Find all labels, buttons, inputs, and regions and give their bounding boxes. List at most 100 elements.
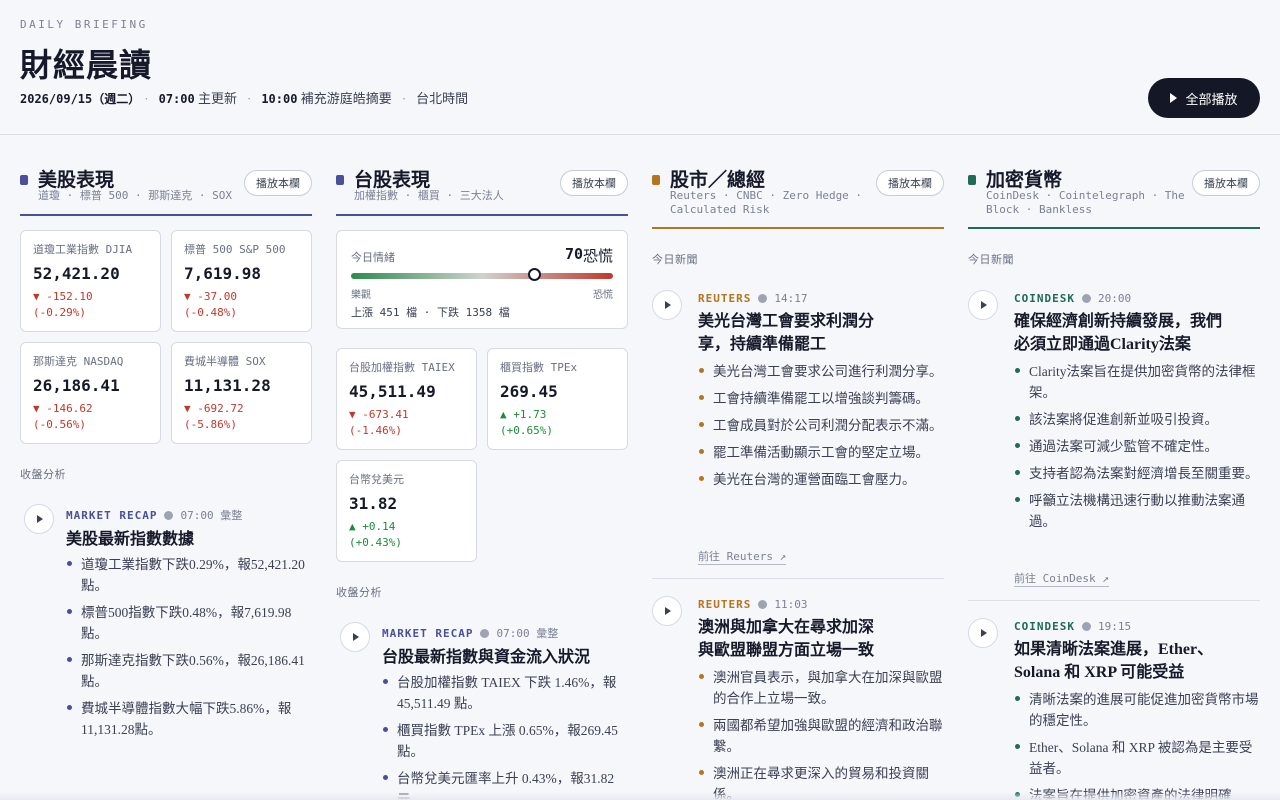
- list-item: Clarity法案旨在提供加密貨幣的法律框架。: [1014, 361, 1260, 403]
- sentiment-left-label: 樂觀: [351, 290, 371, 301]
- list-item: 道瓊工業指數下跌0.29%，報52,421.20點。: [66, 554, 312, 596]
- card-label: 道瓊工業指數 DJIA: [33, 243, 133, 256]
- column-us-stocks: 美股表現 道瓊 · 標普 500 · 那斯達克 · SOX 播放本欄: [20, 160, 312, 216]
- card-change: ▼ -146.62 (-0.56%): [33, 402, 93, 431]
- list-item: 該法案將促進創新並吸引投資。: [1014, 409, 1260, 430]
- card-label: 台股加權指數 TAIEX: [349, 361, 455, 374]
- sentiment-label: 今日情緒: [351, 252, 395, 264]
- update-time-1: 07:00: [158, 92, 195, 106]
- index-card-twd: 台幣兌美元 31.82 ▲ +0.14 (+0.43%): [336, 460, 477, 562]
- sentiment-mood: 恐慌: [582, 249, 613, 265]
- news-tag: COINDESK 19:15: [1014, 620, 1132, 633]
- column-title: 加密貨幣: [986, 170, 1063, 191]
- column-macro: 股市／總經 Reuters · CNBC · Zero Hedge · Calc…: [652, 160, 944, 229]
- news-bullets: 道瓊工業指數下跌0.29%，報52,421.20點。 標普500指數下跌0.48…: [66, 554, 312, 746]
- column-sources: Reuters · CNBC · Zero Hedge · Calculated…: [670, 189, 863, 216]
- list-item: 清晰法案的進展可能促進加密貨幣市場的穩定性。: [1014, 689, 1260, 731]
- play-item-button[interactable]: [24, 504, 54, 534]
- column-tw-stocks: 台股表現 加權指數 · 櫃買 · 三大法人 播放本欄: [336, 160, 628, 216]
- index-card-tpex: 櫃買指數 TPEx 269.45 ▲ +1.73 (+0.65%): [487, 348, 628, 450]
- news-tag: REUTERS 14:17: [698, 292, 808, 305]
- card-label: 台幣兌美元: [349, 473, 404, 486]
- column-title: 美股表現: [38, 170, 115, 191]
- news-headline: 台股最新指數與資金流入狀況: [382, 649, 591, 666]
- list-item: 費城半導體指數大幅下跌5.86%，報11,131.28點。: [66, 698, 312, 740]
- play-icon: [981, 629, 987, 637]
- timezone: 台北時間: [416, 91, 469, 106]
- news-bullets: 清晰法案的進展可能促進加密貨幣市場的穩定性。 Ether、Solana 和 XR…: [1014, 689, 1260, 800]
- column-title: 台股表現: [354, 170, 431, 191]
- play-icon: [665, 607, 671, 615]
- card-value: 31.82: [349, 494, 398, 513]
- news-tag: MARKET RECAP 07:00 彙整: [66, 509, 243, 522]
- play-all-button[interactable]: 全部播放: [1148, 78, 1260, 118]
- index-card-taiex: 台股加權指數 TAIEX 45,511.49 ▼ -673.41 (-1.46%): [336, 348, 477, 450]
- list-item: 呼籲立法機構迅速行動以推動法案通過。: [1014, 490, 1260, 532]
- section-label: 收盤分析: [20, 469, 66, 481]
- play-column-button[interactable]: 播放本欄: [244, 170, 312, 196]
- news-bullets: 澳洲官員表示，與加拿大在加深與歐盟的合作上立場一致。 兩國都希望加強與歐盟的經濟…: [698, 667, 944, 800]
- eyebrow: DAILY BRIEFING: [20, 18, 148, 31]
- card-label: 那斯達克 NASDAQ: [33, 355, 124, 368]
- card-change: ▲ +0.14 (+0.43%): [349, 520, 402, 549]
- meta-line: 2026/09/15（週二） · 07:00 主更新 · 10:00 補充游庭皓摘要 · 台…: [20, 91, 469, 106]
- play-item-button[interactable]: [652, 596, 682, 626]
- column-header: 加密貨幣 CoinDesk · Cointelegraph · The Bloc…: [968, 160, 1260, 229]
- sentiment-right-label: 恐慌: [593, 290, 613, 301]
- column-header: 台股表現 加權指數 · 櫃買 · 三大法人 播放本欄: [336, 160, 628, 216]
- card-change: ▼ -673.41 (-1.46%): [349, 408, 409, 437]
- list-item: Ether、Solana 和 XRP 被認為是主要受益者。: [1014, 737, 1260, 779]
- card-value: 45,511.49: [349, 382, 436, 401]
- news-headline: 如果清晰法案進展，Ether、Solana 和 XRP 可能受益: [1014, 641, 1214, 681]
- index-card-sp500: 標普 500 S&P 500 7,619.98 ▼ -37.00 (-0.48%): [171, 230, 312, 332]
- play-item-button[interactable]: [968, 618, 998, 648]
- section-label: 收盤分析: [336, 587, 382, 599]
- column-crypto: 加密貨幣 CoinDesk · Cointelegraph · The Bloc…: [968, 160, 1260, 229]
- list-item: 櫃買指數 TPEx 上漲 0.65%，報269.45 點。: [382, 720, 628, 762]
- list-item: 通過法案可減少監管不確定性。: [1014, 436, 1260, 457]
- sentiment-bar: [351, 273, 613, 279]
- source-link[interactable]: 前往 Reuters ↗: [698, 548, 787, 565]
- list-item: 工會持續準備罷工以增強談判籌碼。: [698, 388, 944, 409]
- card-value: 11,131.28: [184, 376, 271, 395]
- news-headline: 美股最新指數數據: [66, 531, 195, 548]
- play-icon: [1170, 93, 1178, 103]
- play-icon: [665, 301, 671, 309]
- news-tag: COINDESK 20:00: [1014, 292, 1132, 305]
- card-label: 費城半導體 SOX: [184, 355, 266, 368]
- list-item: 那斯達克指數下跌0.56%，報26,186.41點。: [66, 650, 312, 692]
- sentiment-score: 70: [564, 245, 583, 263]
- sentiment-knob: [527, 268, 541, 281]
- card-label: 標普 500 S&P 500: [184, 243, 286, 256]
- news-tag: REUTERS 11:03: [698, 598, 808, 611]
- play-item-button[interactable]: [340, 622, 370, 652]
- card-change: ▲ +1.73 (+0.65%): [500, 408, 553, 437]
- divider: [652, 578, 944, 579]
- section-label: 今日新聞: [968, 254, 1014, 266]
- play-all-label: 全部播放: [1185, 92, 1238, 108]
- list-item: 標普500指數下跌0.48%，報7,619.98點。: [66, 602, 312, 644]
- market-breadth: 上漲 451 檔 · 下跌 1358 檔: [351, 306, 510, 319]
- column-header: 美股表現 道瓊 · 標普 500 · 那斯達克 · SOX 播放本欄: [20, 160, 312, 216]
- news-tag: MARKET RECAP 07:00 彙整: [382, 627, 559, 640]
- play-column-button[interactable]: 播放本欄: [876, 170, 944, 196]
- column-sources: CoinDesk · Cointelegraph · The Block · B…: [986, 189, 1185, 216]
- play-item-button[interactable]: [652, 290, 682, 320]
- play-column-button[interactable]: 播放本欄: [1192, 170, 1260, 196]
- news-headline: 澳洲與加拿大在尋求加深與歐盟聯盟方面立場一致: [698, 619, 875, 659]
- play-item-button[interactable]: [968, 290, 998, 320]
- index-card-nasdaq: 那斯達克 NASDAQ 26,186.41 ▼ -146.62 (-0.56%): [20, 342, 161, 444]
- card-value: 269.45: [500, 382, 558, 401]
- news-bullets: 台股加權指數 TAIEX 下跌 1.46%，報45,511.49 點。 櫃買指數…: [382, 672, 628, 800]
- index-card-sox: 費城半導體 SOX 11,131.28 ▼ -692.72 (-5.86%): [171, 342, 312, 444]
- play-column-button[interactable]: 播放本欄: [560, 170, 628, 196]
- column-sources: 加權指數 · 櫃買 · 三大法人: [354, 189, 504, 202]
- sentiment-gauge: 今日情緒 70 恐慌 樂觀 恐慌 上漲 451 檔 · 下跌 1358 檔: [336, 230, 628, 329]
- section-marker-icon: [968, 175, 976, 185]
- source-link[interactable]: 前往 CoinDesk ↗: [1014, 570, 1109, 587]
- page-title: 財經晨讀: [20, 47, 153, 83]
- card-label: 櫃買指數 TPEx: [500, 361, 578, 374]
- news-headline: 美光台灣工會要求利潤分享，持續準備罷工: [698, 313, 875, 353]
- column-header: 股市／總經 Reuters · CNBC · Zero Hedge · Calc…: [652, 160, 944, 229]
- update-label-2: 補充游庭皓摘要: [300, 91, 392, 106]
